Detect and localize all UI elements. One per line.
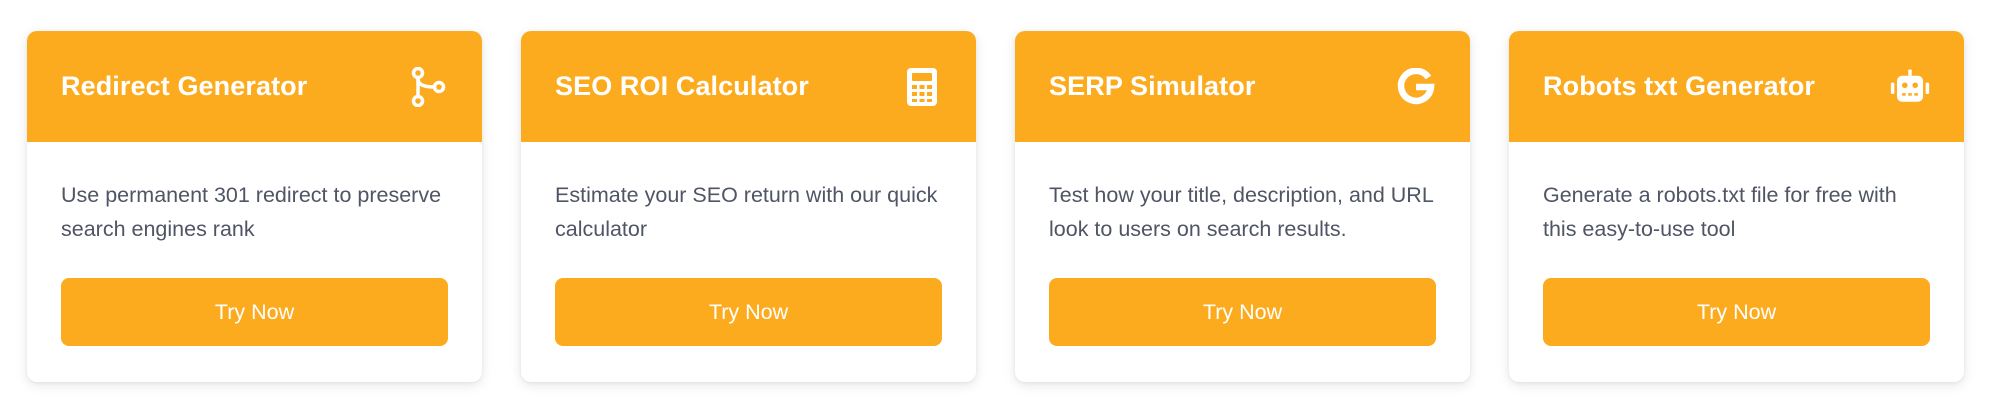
try-now-button[interactable]: Try Now [61, 278, 448, 346]
card-description: Test how your title, description, and UR… [1049, 183, 1433, 241]
tool-cards-row: Redirect Generator Use permanent 301 red… [0, 0, 1999, 405]
card-header: SERP Simulator [1015, 31, 1470, 142]
try-now-button[interactable]: Try Now [1543, 278, 1930, 346]
card-title: Robots txt Generator [1543, 71, 1816, 101]
card-header: Robots txt Generator [1509, 31, 1964, 142]
card-header: SEO ROI Calculator [521, 31, 976, 142]
card-title: SERP Simulator [1049, 71, 1256, 101]
try-now-button[interactable]: Try Now [1049, 278, 1436, 346]
card-header: Redirect Generator [27, 31, 482, 142]
card-title: Redirect Generator [61, 71, 308, 101]
card-redirect-generator: Redirect Generator Use permanent 301 red… [27, 31, 482, 382]
card-seo-roi-calculator: SEO ROI Calculator Estimate your SEO ret… [521, 31, 976, 382]
google-icon [1396, 67, 1436, 107]
try-now-button[interactable]: Try Now [555, 278, 942, 346]
card-description: Generate a robots.txt file for free with… [1543, 183, 1897, 241]
card-title: SEO ROI Calculator [555, 71, 809, 101]
card-description: Estimate your SEO return with our quick … [555, 183, 938, 241]
robot-icon [1890, 67, 1930, 107]
card-robots-txt-generator: Robots txt Generator Generate a robots.t… [1509, 31, 1964, 382]
calculator-icon [902, 67, 942, 107]
git-branch-icon [408, 66, 448, 107]
card-serp-simulator: SERP Simulator Test how your title, desc… [1015, 31, 1470, 382]
card-description: Use permanent 301 redirect to preserve s… [61, 183, 442, 241]
